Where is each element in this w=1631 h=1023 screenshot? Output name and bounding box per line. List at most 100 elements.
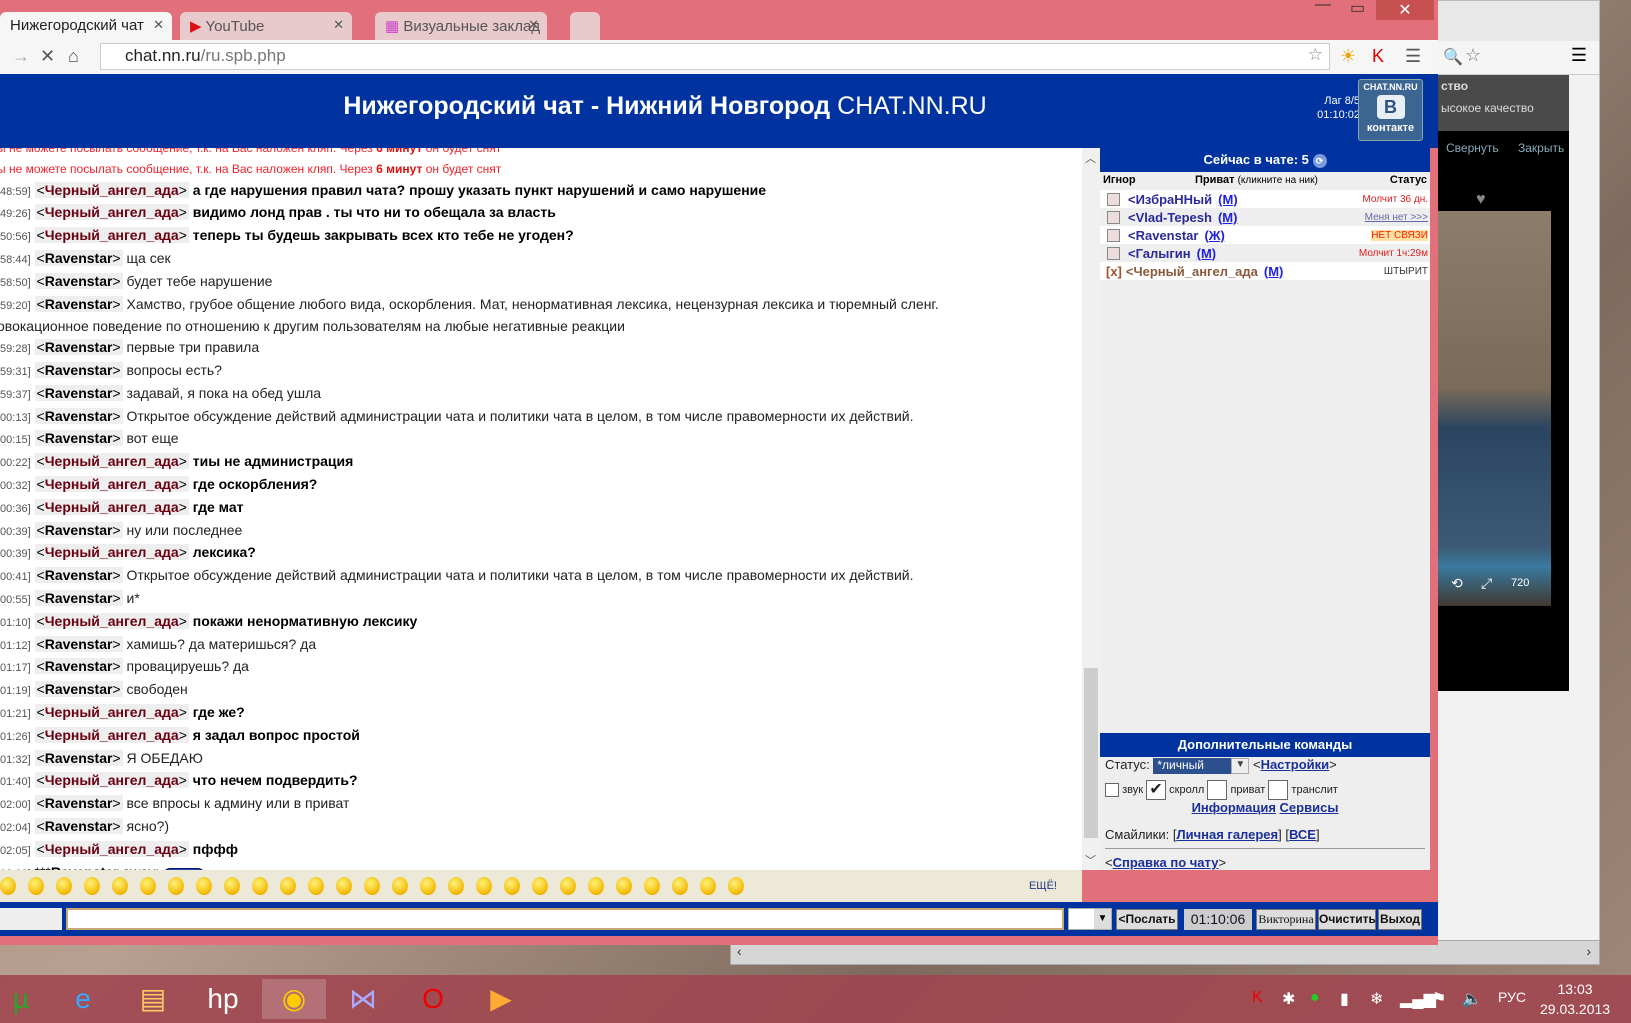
translit-checkbox[interactable]	[1268, 779, 1289, 800]
nick[interactable]: <Ravenstar>	[34, 749, 123, 766]
new-tab-button[interactable]	[570, 12, 600, 40]
tool-tray-icon[interactable]: ✱	[1282, 989, 1295, 1009]
signal-icon[interactable]: ▂▄▆	[1400, 989, 1436, 1009]
nick[interactable]: <Ravenstar>	[34, 567, 123, 584]
weather-icon[interactable]: ☀	[1340, 46, 1356, 67]
smiley-icon[interactable]	[140, 877, 156, 895]
home-icon[interactable]: ⌂	[68, 46, 79, 67]
chat-scrollbar[interactable]: ︿ ﹀	[1082, 148, 1100, 870]
nick[interactable]: <Ravenstar>	[34, 589, 123, 606]
nick[interactable]: <Ravenstar>	[34, 361, 123, 378]
user-row[interactable]: <ИзбраННый (М) Молчит 36 дн.	[1100, 190, 1430, 208]
user-nick[interactable]: <Галыгин	[1128, 246, 1191, 261]
scroll-down-icon[interactable]: ﹀	[1085, 852, 1096, 868]
media-icon[interactable]: ⋈	[342, 979, 384, 1019]
ignore-checkbox[interactable]	[1107, 228, 1120, 242]
smiley-icon[interactable]	[336, 877, 352, 895]
nick[interactable]: <Ravenstar>	[34, 339, 123, 356]
smiley-icon[interactable]	[476, 877, 492, 895]
smiley-icon[interactable]	[532, 877, 548, 895]
nick[interactable]: <Ravenstar>	[34, 430, 123, 447]
smiley-icon[interactable]	[420, 877, 436, 895]
user-nick[interactable]: <Черный_ангел_ада	[1126, 264, 1258, 279]
bookmark-star-icon[interactable]: ☆	[1308, 45, 1323, 65]
nick[interactable]: <Черный_ангел_ада>	[34, 475, 189, 492]
nick[interactable]: <Черный_ангел_ада>	[34, 498, 189, 515]
maximize-icon[interactable]: ▭	[1350, 0, 1365, 17]
close-tab-icon[interactable]: ✕	[153, 17, 164, 33]
tab-bookmarks[interactable]: ▦ Визуальные заклад ✕	[375, 12, 547, 40]
system-clock[interactable]: 13:03 29.03.2013	[1540, 979, 1610, 1019]
collapse-link[interactable]: Свернуть	[1446, 141, 1499, 155]
quiz-button[interactable]: Викторина	[1256, 909, 1316, 930]
chrome-icon[interactable]: ◉	[262, 979, 326, 1019]
nick[interactable]: <Ravenstar>	[34, 658, 123, 675]
message-input[interactable]	[66, 908, 1064, 930]
scroll-up-icon[interactable]: ︿	[1085, 150, 1096, 166]
nick[interactable]: <Ravenstar>	[34, 384, 123, 401]
smiley-icon[interactable]	[0, 877, 16, 895]
user-nick[interactable]: <ИзбраННый	[1128, 192, 1212, 207]
smiley-icon[interactable]	[84, 877, 100, 895]
private-link[interactable]: (М)	[1218, 192, 1238, 207]
utorrent-tray-icon[interactable]: ●	[1310, 989, 1320, 1007]
user-row[interactable]: [x] <Черный_ангел_ада (М) ШТЫРИТ	[1100, 262, 1430, 280]
scroll-left-icon[interactable]: ‹	[737, 943, 742, 959]
flag-icon[interactable]: ⚑	[1432, 989, 1446, 1009]
vk-button[interactable]: CHAT.NN.RU Bконтакте	[1358, 79, 1423, 141]
close-link[interactable]: Закрыть	[1518, 141, 1564, 155]
video-frame[interactable]	[1436, 211, 1551, 606]
user-row[interactable]: <Vlad-Tepesh (М) Меня нет >>>	[1100, 208, 1430, 226]
smiley-icon[interactable]	[308, 877, 324, 895]
player-icon[interactable]: ▶	[480, 979, 522, 1019]
all-smileys-link[interactable]: ВСЕ	[1289, 827, 1316, 842]
smiley-icon[interactable]	[588, 877, 604, 895]
smiley-icon[interactable]	[448, 877, 464, 895]
battery-icon[interactable]: ▮	[1340, 989, 1349, 1009]
kaspersky-tray-icon[interactable]: K	[1252, 989, 1263, 1007]
scrollbar-thumb[interactable]	[1084, 668, 1098, 838]
hp-icon[interactable]: hp	[202, 979, 244, 1019]
smiley-icon[interactable]	[280, 877, 296, 895]
private-link[interactable]: (М)	[1218, 210, 1238, 225]
scroll-right-icon[interactable]: ›	[1586, 943, 1591, 959]
nick[interactable]: <Черный_ангел_ада>	[34, 840, 189, 857]
star-icon[interactable]: ☆	[1465, 45, 1481, 66]
minimize-icon[interactable]: —	[1315, 0, 1331, 13]
nick[interactable]: <Ravenstar>	[34, 272, 123, 289]
help-link[interactable]: Справка по чату	[1113, 855, 1219, 870]
nick[interactable]: <Черный_ангел_ада>	[34, 227, 189, 244]
kaspersky-icon[interactable]: K	[1372, 46, 1384, 67]
info-link[interactable]: Информация	[1192, 800, 1276, 815]
smiley-icon[interactable]	[28, 877, 44, 895]
nick[interactable]: <Ravenstar>	[34, 817, 123, 834]
heart-icon[interactable]: ♥	[1476, 191, 1486, 209]
services-link[interactable]: Сервисы	[1280, 800, 1339, 815]
menu-icon[interactable]: ☰	[1571, 45, 1587, 66]
ignore-checkbox[interactable]	[1107, 246, 1120, 260]
close-window-icon[interactable]: ✕	[1376, 0, 1434, 20]
smiley-icon[interactable]	[672, 877, 688, 895]
zoom-icon[interactable]: 🔍	[1443, 47, 1463, 67]
nick[interactable]: <Ravenstar>	[34, 295, 123, 312]
refresh-icon[interactable]: ⟳	[1312, 153, 1327, 168]
scroll-checkbox[interactable]: ✔	[1146, 779, 1167, 800]
smiley-icon[interactable]	[392, 877, 408, 895]
nick[interactable]: <Черный_ангел_ада>	[34, 612, 189, 629]
nick[interactable]: <Ravenstar>	[34, 249, 123, 266]
volume-icon[interactable]: 🔈	[1462, 989, 1482, 1009]
tab-youtube[interactable]: ▶ YouTube ✕	[180, 12, 352, 40]
private-link[interactable]: (М)	[1264, 264, 1284, 279]
sound-checkbox[interactable]	[1105, 782, 1119, 797]
nick[interactable]: <Черный_ангел_ада>	[34, 453, 189, 470]
smiley-icon[interactable]	[196, 877, 212, 895]
nick[interactable]: <Черный_ангел_ада>	[34, 726, 189, 743]
nick[interactable]: <Ravenstar>	[34, 795, 123, 812]
tab-chat[interactable]: Нижегородский чат ✕	[0, 12, 172, 40]
smiley-icon[interactable]	[616, 877, 632, 895]
more-smileys-link[interactable]: ЕЩЁ!	[1029, 880, 1057, 892]
nick[interactable]: <Черный_ангел_ада>	[34, 181, 189, 198]
snowflake-icon[interactable]: ❄	[1370, 989, 1383, 1009]
send-button[interactable]: <Послать	[1116, 909, 1178, 930]
ignore-checkbox[interactable]	[1107, 210, 1120, 224]
